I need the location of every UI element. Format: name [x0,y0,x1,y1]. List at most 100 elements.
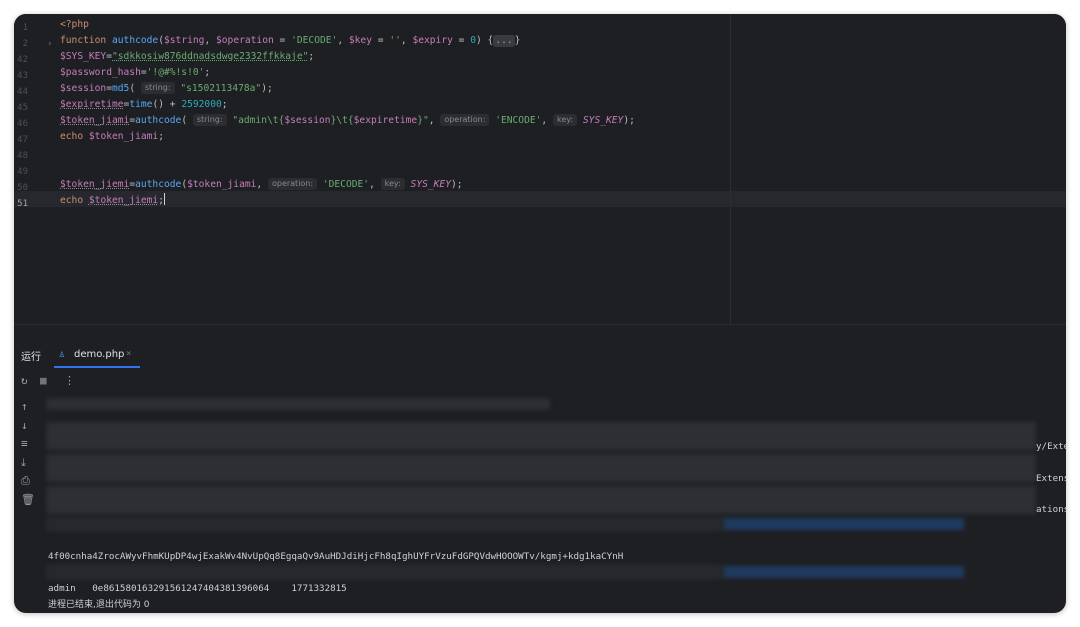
more-icon[interactable]: ⋮ [64,374,75,388]
code-editor[interactable]: 1 2 › 42 43 44 45 46 47 48 49 50 51 <?ph… [14,14,1066,324]
console-output[interactable]: y/Exte Extens ations 4f00cnha4ZrocAWyvFh… [44,394,1066,613]
run-toolbar: ↻ ■ ⋮ [14,370,1066,392]
variable-token: $token_jiemi [88,195,159,206]
code-token: ( [181,115,193,126]
variable-token: $expiry [412,35,453,46]
variable-token: $expiretime [60,99,124,110]
ide-window: 1 2 › 42 43 44 45 46 47 48 49 50 51 <?ph… [14,14,1066,613]
code-token: , [428,115,441,126]
code-token: ; [308,51,315,62]
code-token: , [256,179,268,190]
code-line-50[interactable]: $token_jiemi=authcode($token_jiami, oper… [60,177,463,193]
line-number: 49 [17,167,28,177]
code-line-43[interactable]: $password_hash='!@#%!s!0'; [60,65,210,81]
arrow-up-icon[interactable]: ↑ [21,400,28,414]
tab-label: demo.php [74,349,125,360]
print-icon[interactable]: ⎙ [21,474,30,488]
constant-token: SYS_KEY [410,179,451,190]
redacted-text [46,454,1036,482]
line-number: 43 [17,71,28,81]
number-token: 2592000 [181,99,222,110]
parameter-hint: string: [192,114,227,126]
run-panel-title: 运行 [21,352,41,363]
code-line-42[interactable]: $SYS_KEY="sdkkosiw876ddnadsdwge2332ffkka… [60,49,314,65]
string-token: 'ENCODE' [495,115,542,126]
constant-token: SYS_KEY [582,115,624,126]
code-token: ; [204,67,211,78]
console-text-fragment: Extens [1036,473,1066,484]
arrow-down-icon[interactable]: ↓ [21,419,28,433]
keyword-token: echo [60,131,84,142]
variable-token: $operation [216,35,274,46]
line-number: 1 [22,23,28,33]
code-line-2[interactable]: function authcode($string, $operation = … [60,33,520,49]
code-line-47[interactable]: echo $token_jiami; [60,129,164,145]
console-line-exit: 进程已结束,退出代码为 0 [48,600,150,610]
redacted-text [46,516,726,532]
function-name-token: authcode [112,35,159,46]
parameter-hint: string: [140,82,175,94]
panel-divider[interactable] [14,324,1066,325]
line-number: 42 [17,55,28,65]
stop-icon[interactable]: ■ [40,374,47,388]
right-margin-guide [730,14,731,324]
function-call-token: authcode [135,115,182,126]
code-line-1[interactable]: <?php [60,17,89,33]
current-line-highlight [14,191,1066,207]
code-token: = [273,35,292,46]
parameter-hint: operation: [440,114,490,126]
variable-token: $token_jiami [187,179,257,190]
redacted-text [46,422,1036,450]
code-token: ; [221,99,228,110]
text-caret [163,193,165,205]
parameter-hint: operation: [267,178,318,190]
line-number: 44 [17,87,28,97]
variable-token: $expiretime [353,115,418,126]
code-line-44[interactable]: $session=md5( string: "s1502113478a"); [60,81,273,97]
variable-token: $key [348,35,372,46]
close-icon[interactable]: × [126,349,131,359]
string-token: 'DECODE' [291,35,338,46]
code-token: ); [261,83,273,94]
parameter-hint: key: [552,114,578,126]
line-number: 47 [17,135,28,145]
console-line-token: 4f00cnha4ZrocAWyvFhmKUpDP4wjExakWv4NvUpQ… [48,551,624,562]
code-line-51[interactable]: echo $token_jiemi; [60,193,165,209]
code-token: ( [129,83,141,94]
console-line-decoded: admin 0e861580163291561247404381396064 1… [48,583,347,594]
redacted-text [724,518,964,530]
console-text-fragment: y/Exte [1036,441,1066,452]
string-token: "sdkkosiw876ddnadsdwge2332ffkkaje" [112,51,309,62]
code-token: , [400,35,413,46]
code-line-46[interactable]: $token_jiami=authcode( string: "admin\t{… [60,113,635,129]
line-number: 50 [17,183,28,193]
code-token: ); [450,179,463,190]
line-number: 48 [17,151,28,161]
code-token: , [541,115,553,126]
line-number: 46 [17,119,28,129]
console-text-fragment: ations [1036,504,1066,515]
variable-token: $SYS_KEY [60,51,107,62]
code-line-45[interactable]: $expiretime=time() + 2592000; [60,97,228,113]
run-panel-header: 运行 ♙ demo.php × [14,340,1066,368]
rerun-icon[interactable]: ↻ [21,374,28,388]
collapsed-region[interactable]: ... [493,35,515,47]
function-call-token: time [129,99,153,110]
variable-token: $string [164,35,205,46]
redacted-text [46,564,726,580]
variable-token: $session [284,115,331,126]
scroll-to-end-icon[interactable]: ⤓ [21,456,26,470]
variable-token: $token_jiami [88,131,159,142]
variable-token: $password_hash [60,67,141,78]
code-token: , [204,35,216,46]
trash-icon[interactable]: 🗑 [21,493,35,507]
line-number: 45 [17,103,28,113]
soft-wrap-icon[interactable]: ≡ [21,437,28,451]
code-token: ) { [475,35,494,46]
redacted-text [724,566,964,578]
tab-demo-php[interactable]: ♙ demo.php × [54,343,140,368]
string-token: '!@#%!s!0' [146,67,205,78]
code-token: = [452,35,471,46]
string-token: '' [389,35,401,46]
fold-expand-icon[interactable]: › [47,36,52,52]
